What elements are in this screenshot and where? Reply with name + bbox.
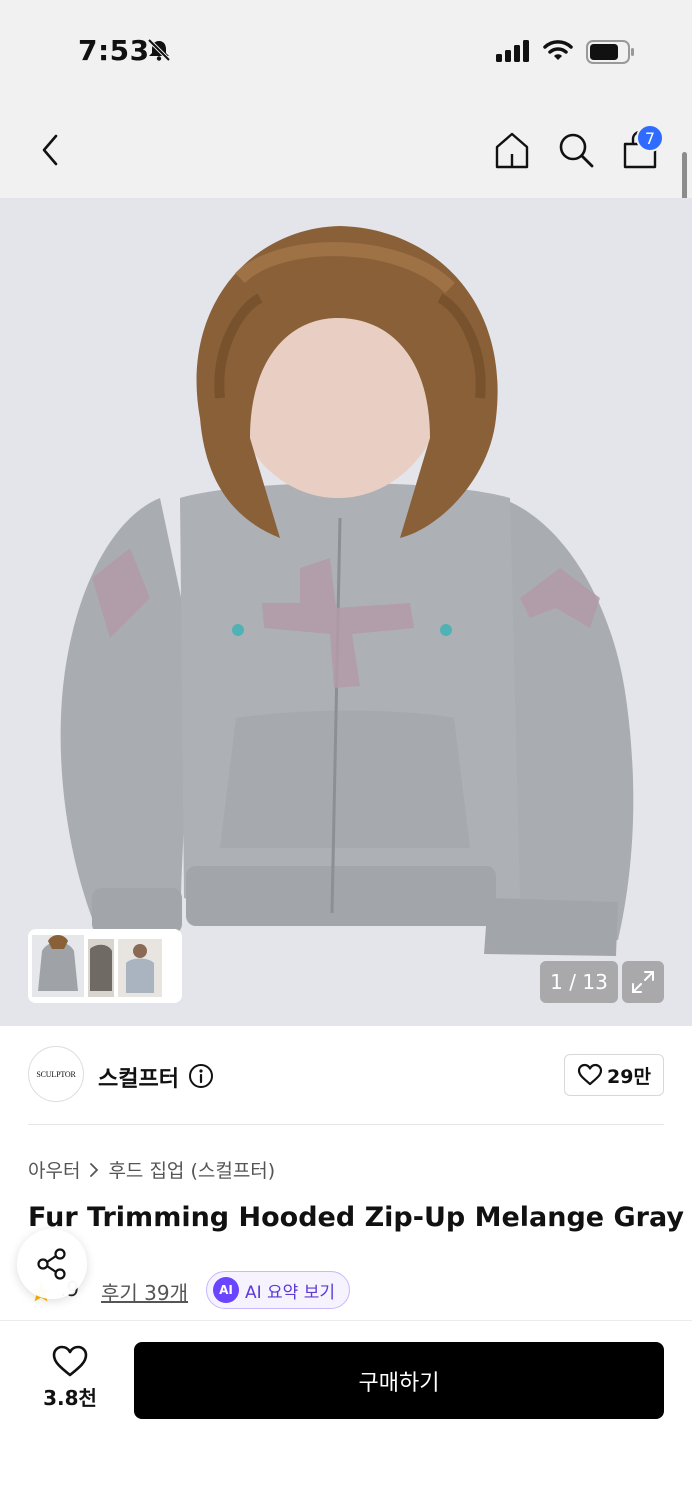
wishlist-count: 3.8천 xyxy=(43,1386,97,1410)
brand-name[interactable]: 스컬프터 xyxy=(98,1061,179,1093)
cellular-signal-icon xyxy=(496,40,532,66)
home-button[interactable] xyxy=(490,128,534,172)
breadcrumb: 아우터 후드 집업 (스컬프터) xyxy=(28,1156,275,1183)
product-photo-jacket xyxy=(0,198,692,1026)
home-icon xyxy=(495,132,529,169)
bell-muted-icon xyxy=(146,38,172,66)
breadcrumb-category[interactable]: 아우터 xyxy=(28,1156,80,1183)
ai-summary-label: AI 요약 보기 xyxy=(245,1282,336,1303)
thumbnail-strip[interactable] xyxy=(28,929,182,1003)
heart-icon xyxy=(52,1345,88,1377)
search-button[interactable] xyxy=(554,128,598,172)
info-icon[interactable] xyxy=(188,1063,214,1093)
expand-image-button[interactable] xyxy=(622,961,664,1003)
product-image[interactable] xyxy=(0,198,692,1026)
search-icon xyxy=(559,133,594,168)
cart-count-badge: 7 xyxy=(636,124,664,152)
battery-icon xyxy=(586,40,636,68)
back-button[interactable] xyxy=(30,128,70,172)
heart-icon xyxy=(577,1063,603,1086)
brand-like-button[interactable]: 29만 xyxy=(564,1054,664,1096)
wifi-icon xyxy=(543,38,573,66)
status-time: 7:53 xyxy=(78,34,150,67)
wishlist-button[interactable]: 3.8천 xyxy=(34,1344,106,1420)
review-count-link[interactable]: 후기 39개 xyxy=(101,1277,188,1306)
ai-badge: AI xyxy=(213,1277,239,1303)
image-counter: 1 / 13 xyxy=(540,961,618,1003)
status-bar: 7:53 xyxy=(0,0,692,100)
thumbnail-images xyxy=(28,929,182,1003)
brand-like-count: 29만 xyxy=(607,1065,651,1088)
product-title: Fur Trimming Hooded Zip-Up Melange Gray xyxy=(28,1202,684,1233)
chevron-right-icon xyxy=(90,1162,99,1177)
share-button[interactable] xyxy=(17,1229,87,1299)
brand-logo-text: SCULPTOR xyxy=(36,1069,76,1079)
expand-icon xyxy=(632,971,654,993)
section-divider xyxy=(28,1124,664,1125)
chevron-left-icon xyxy=(42,134,58,166)
ai-summary-button[interactable]: AI AI 요약 보기 xyxy=(206,1271,350,1309)
top-navigation xyxy=(0,100,692,198)
breadcrumb-subcategory[interactable]: 후드 집업 (스컬프터) xyxy=(108,1156,275,1183)
share-icon xyxy=(37,1248,66,1280)
brand-logo[interactable]: SCULPTOR xyxy=(28,1046,84,1102)
buy-button[interactable]: 구매하기 xyxy=(134,1342,664,1419)
